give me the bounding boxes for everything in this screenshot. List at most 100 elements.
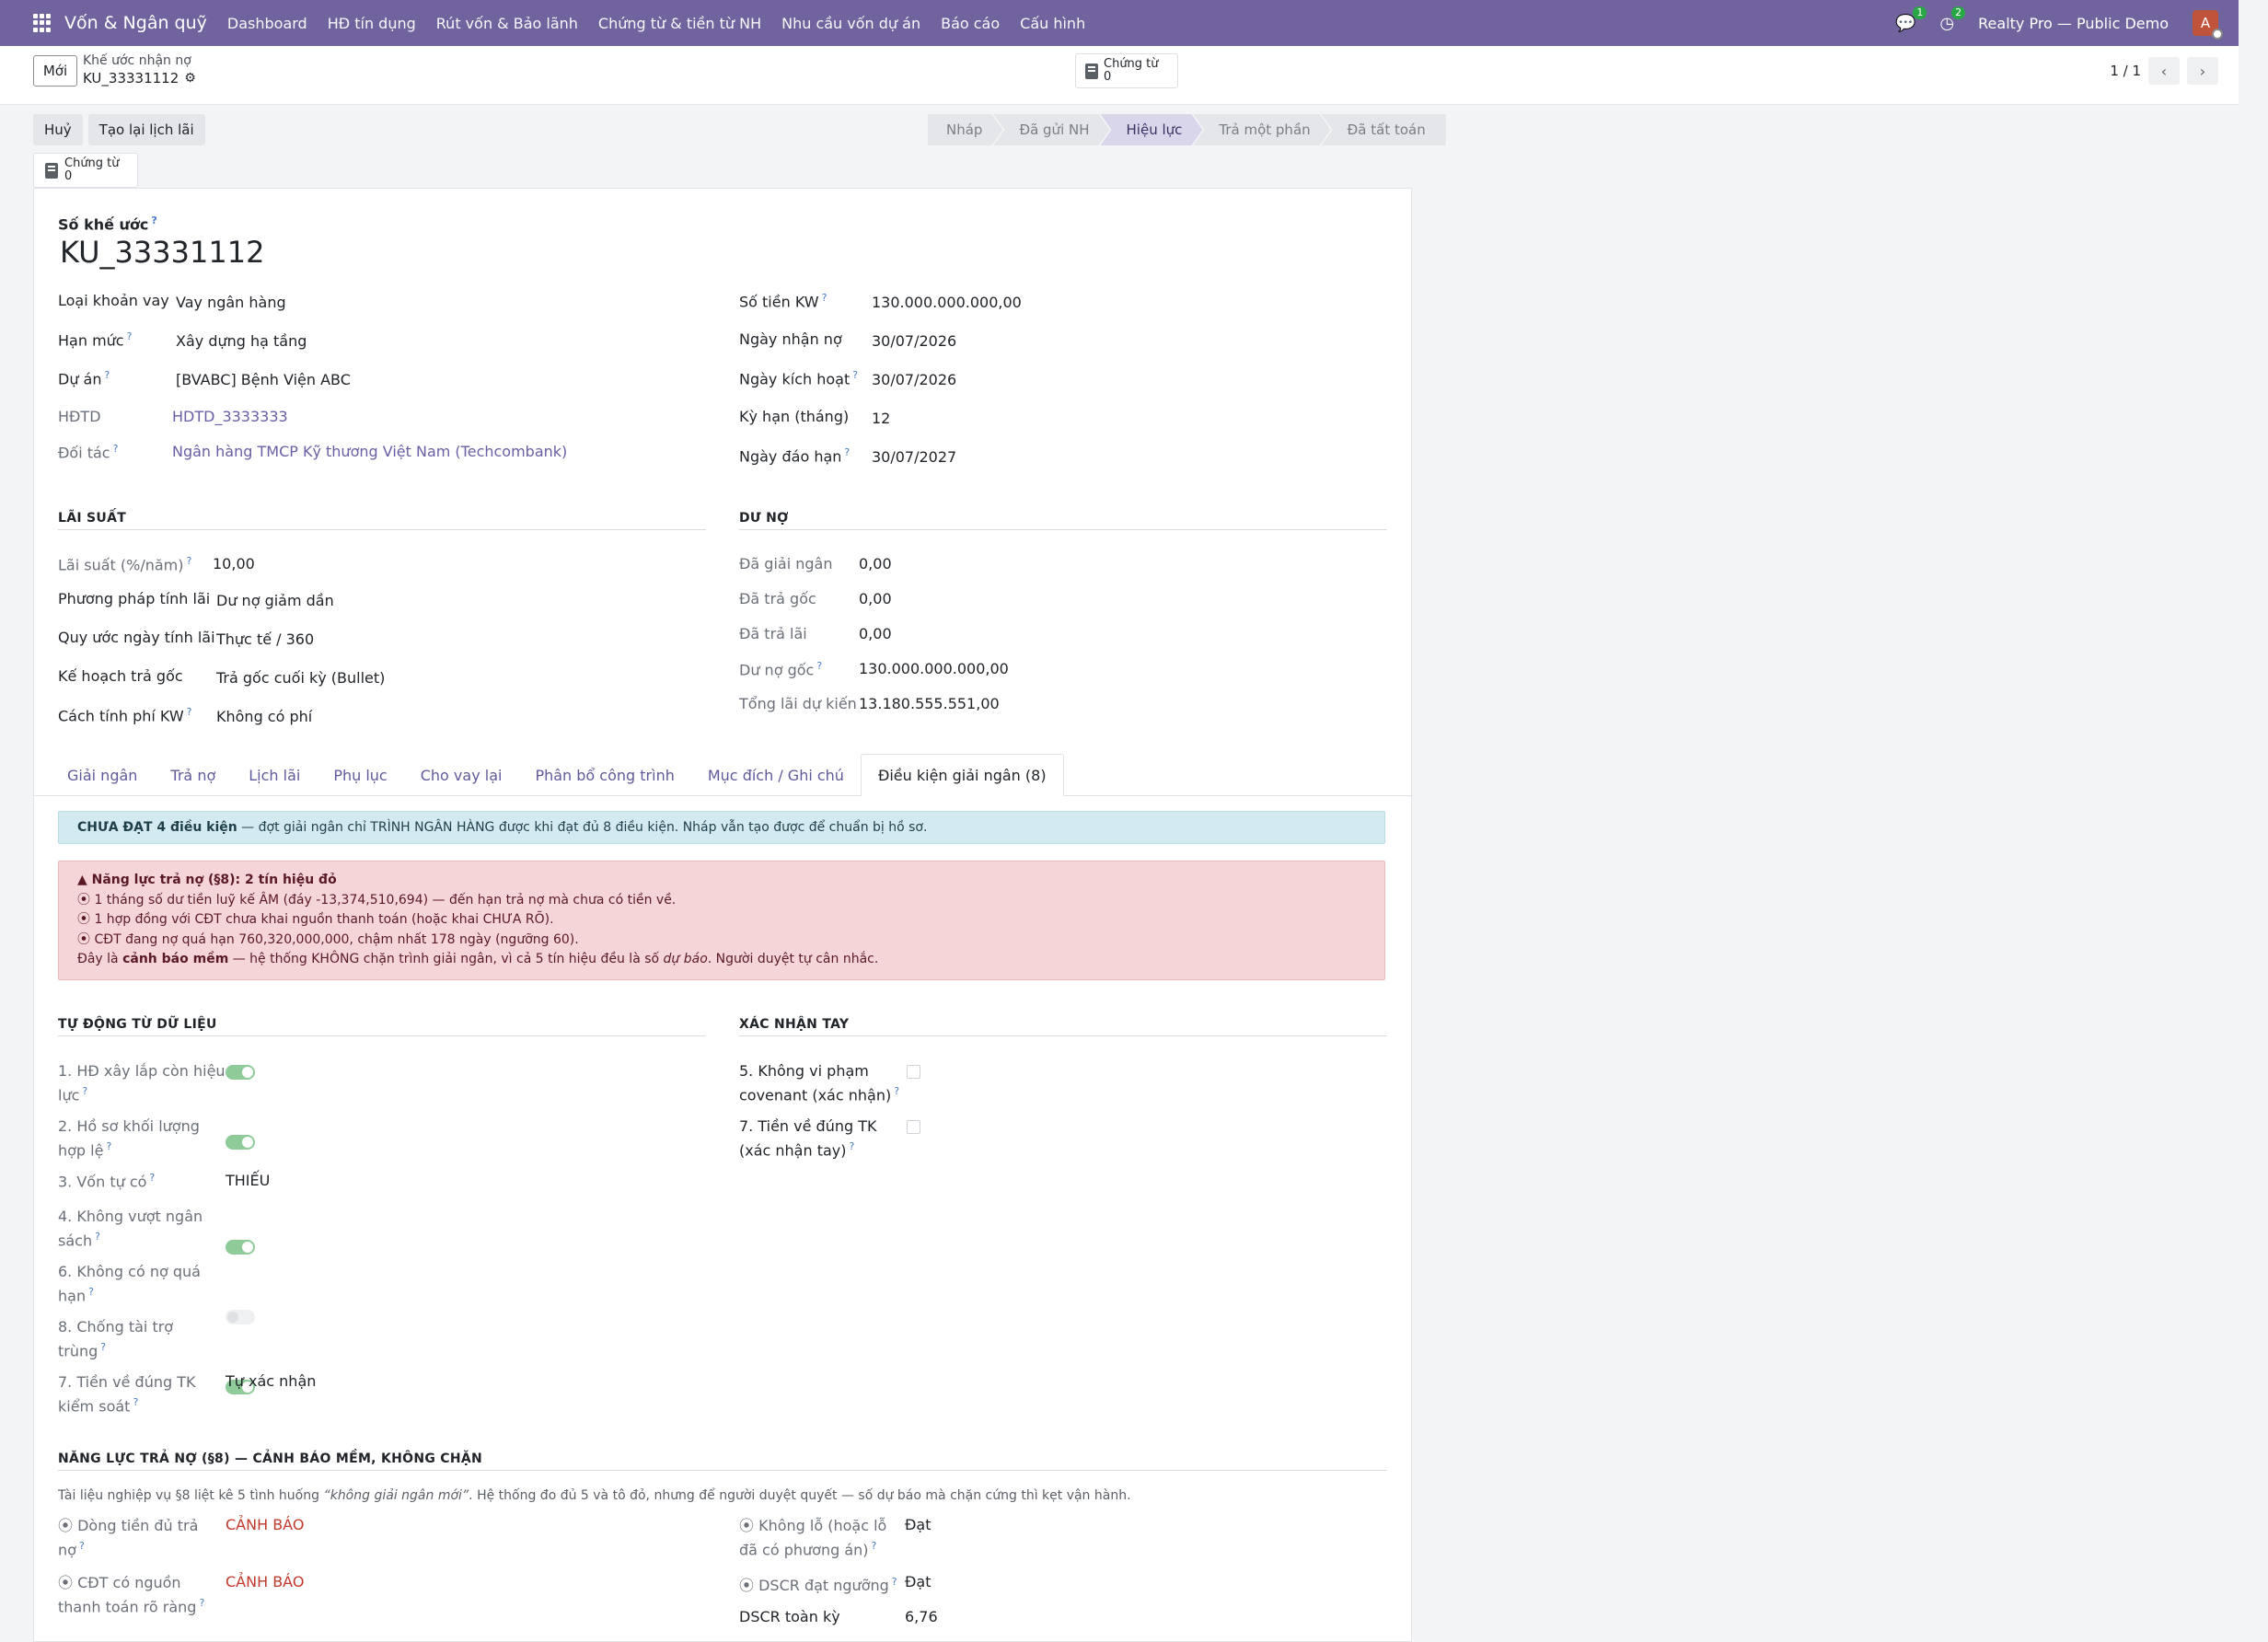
auto-item-6-toggle[interactable] [226,1310,255,1324]
help-icon[interactable]: ? [187,706,192,718]
regenerate-interest-schedule-button[interactable]: Tạo lại lịch lãi [87,114,205,145]
help-icon[interactable]: ? [100,1341,106,1353]
cancel-button[interactable]: Huỷ [33,114,83,145]
menu-documents[interactable]: Chứng từ & tiền từ NH [598,15,761,32]
maturity-date-value[interactable]: 30/07/2027 [872,448,956,466]
menu-reports[interactable]: Báo cáo [941,15,1000,32]
help-icon[interactable]: ? [106,1140,111,1152]
help-icon[interactable]: ? [850,1140,855,1152]
credit-contract-link[interactable]: HDTD_3333333 [172,408,288,425]
activation-date-value[interactable]: 30/07/2026 [872,371,956,388]
principal-paid-value: 0,00 [859,590,892,607]
day-count-value[interactable]: Thực tế / 360 [216,630,314,648]
tab-interest-schedule[interactable]: Lịch lãi [232,754,317,796]
tab-repayment[interactable]: Trả nợ [154,754,232,796]
activity-clock-icon[interactable]: ◷ 2 [1939,6,1966,33]
principal-plan-value[interactable]: Trả gốc cuối kỳ (Bullet) [216,669,385,687]
help-icon[interactable]: ? [88,1286,94,1298]
label-line: 1. HĐ xây lắp còn hiệu [58,1062,226,1080]
tab-purpose-notes[interactable]: Mục đích / Ghi chú [691,754,861,796]
help-icon[interactable]: ? [127,330,133,342]
manual-item-5-checkbox[interactable] [907,1065,920,1079]
help-icon[interactable]: ? [892,1576,897,1588]
project-value[interactable]: [BVABC] Bệnh Viện ABC [176,371,351,388]
status-draft[interactable]: Nháp [928,114,1002,145]
receipt-date-value[interactable]: 30/07/2026 [872,332,956,350]
help-icon[interactable]: ? [844,446,850,458]
documents-smart-button-top[interactable]: Chứng từ 0 [1075,53,1178,88]
status-partial-paid[interactable]: Trả một phần [1193,114,1330,145]
manual-section-title: XÁC NHẬN TAY [739,1017,850,1032]
credit-contract-label: HĐTD [58,408,101,425]
help-icon[interactable]: ? [82,1085,87,1097]
help-icon[interactable]: ? [872,1540,877,1552]
new-button[interactable]: Mới [33,55,77,87]
user-avatar[interactable]: A [2193,10,2223,40]
label-line-text: trùng [58,1342,98,1360]
app-menu-icon[interactable] [33,14,52,32]
help-icon[interactable]: ? [133,1396,138,1408]
smart-button-text: Chứng từ 0 [1104,58,1159,84]
pager-value[interactable]: 1 / 1 [2110,63,2141,79]
menu-dashboard[interactable]: Dashboard [227,15,307,32]
help-icon[interactable]: ? [113,443,119,455]
app-brand[interactable]: Vốn & Ngân quỹ [64,13,207,33]
cashflow-label: ⦿ Dòng tiền đủ trả nợ? [58,1516,198,1560]
loan-type-value[interactable]: Vay ngân hàng [176,294,286,311]
label-line-text: thanh toán rõ ràng [58,1598,197,1616]
help-icon[interactable]: ? [151,214,156,226]
documents-smart-button[interactable]: Chứng từ 0 [33,153,138,188]
interest-method-value[interactable]: Dư nợ giảm dần [216,592,334,609]
chevron-left-icon[interactable]: ‹ [2148,57,2180,85]
smart-button-count: 0 [1104,70,1112,84]
help-icon[interactable]: ? [79,1540,85,1552]
help-icon[interactable]: ? [187,555,192,567]
gear-icon[interactable]: ⚙ [184,71,196,86]
credit-limit-label: Hạn mức? [58,330,132,349]
menu-drawdown-guarantee[interactable]: Rút vốn & Bảo lãnh [436,15,578,32]
tab-appendix[interactable]: Phụ lục [317,754,403,796]
scrollbar[interactable] [2239,0,2268,1642]
tab-relending[interactable]: Cho vay lại [404,754,519,796]
label-line-2: nợ? [58,1536,198,1560]
tab-allocation[interactable]: Phân bổ công trình [518,754,690,796]
capacity-section-title: NĂNG LỰC TRẢ NỢ (§8) — CẢNH BÁO MỀM, KHÔ… [58,1451,483,1466]
drawdown-amount-value[interactable]: 130.000.000.000,00 [872,294,1022,311]
help-icon[interactable]: ? [149,1172,155,1184]
term-value[interactable]: 12 [872,410,890,427]
auto-item-4-toggle[interactable] [226,1240,255,1255]
chevron-right-icon[interactable]: › [2187,57,2218,85]
status-sent-bank[interactable]: Đã gửi NH [993,114,1109,145]
chat-icon[interactable]: 💬 1 [1895,6,1927,33]
tab-disbursement-conditions[interactable]: Điều kiện giải ngân (8) [860,754,1064,796]
disbursed-label: Đã giải ngân [739,555,833,572]
partner-link[interactable]: Ngân hàng TMCP Kỹ thương Việt Nam (Techc… [172,443,567,460]
term-label: Kỳ hạn (tháng) [739,408,850,425]
menu-config[interactable]: Cấu hình [1020,15,1085,32]
status-settled[interactable]: Đã tất toán [1321,114,1446,145]
help-icon[interactable]: ? [105,369,110,381]
auto-item-1-toggle[interactable] [226,1065,255,1080]
help-icon[interactable]: ? [894,1085,899,1097]
status-effective[interactable]: Hiệu lực [1101,114,1203,145]
tab-disbursement[interactable]: Giải ngân [51,754,154,796]
help-icon[interactable]: ? [199,1597,204,1609]
menu-capital-needs[interactable]: Nhu cầu vốn dự án [781,15,920,32]
menu-credit-contracts[interactable]: HĐ tín dụng [328,15,416,32]
help-icon[interactable]: ? [852,369,858,381]
label-line-text: 3. Vốn tự có [58,1173,147,1191]
manual-item-7-checkbox[interactable] [907,1120,920,1134]
breadcrumb-parent[interactable]: Khế ước nhận nợ [83,53,196,68]
help-icon[interactable]: ? [822,292,827,304]
interest-rate-value[interactable]: 10,00 [213,555,255,572]
danger-footer: Đây là cảnh báo mềm — hệ thống KHÔNG chặ… [77,950,1366,970]
credit-limit-value[interactable]: Xây dựng hạ tầng [176,332,307,350]
form-sheet: Số khế ước? KU_33331112 Loại khoản vay V… [33,188,1413,1642]
company-switcher[interactable]: Realty Pro — Public Demo [1978,15,2169,32]
outstanding-principal-label: Dư nợ gốc? [739,660,822,678]
fee-method-value[interactable]: Không có phí [216,708,312,725]
contract-number[interactable]: KU_33331112 [60,235,264,270]
help-icon[interactable]: ? [816,660,822,672]
auto-item-2-toggle[interactable] [226,1135,255,1150]
help-icon[interactable]: ? [95,1231,100,1243]
